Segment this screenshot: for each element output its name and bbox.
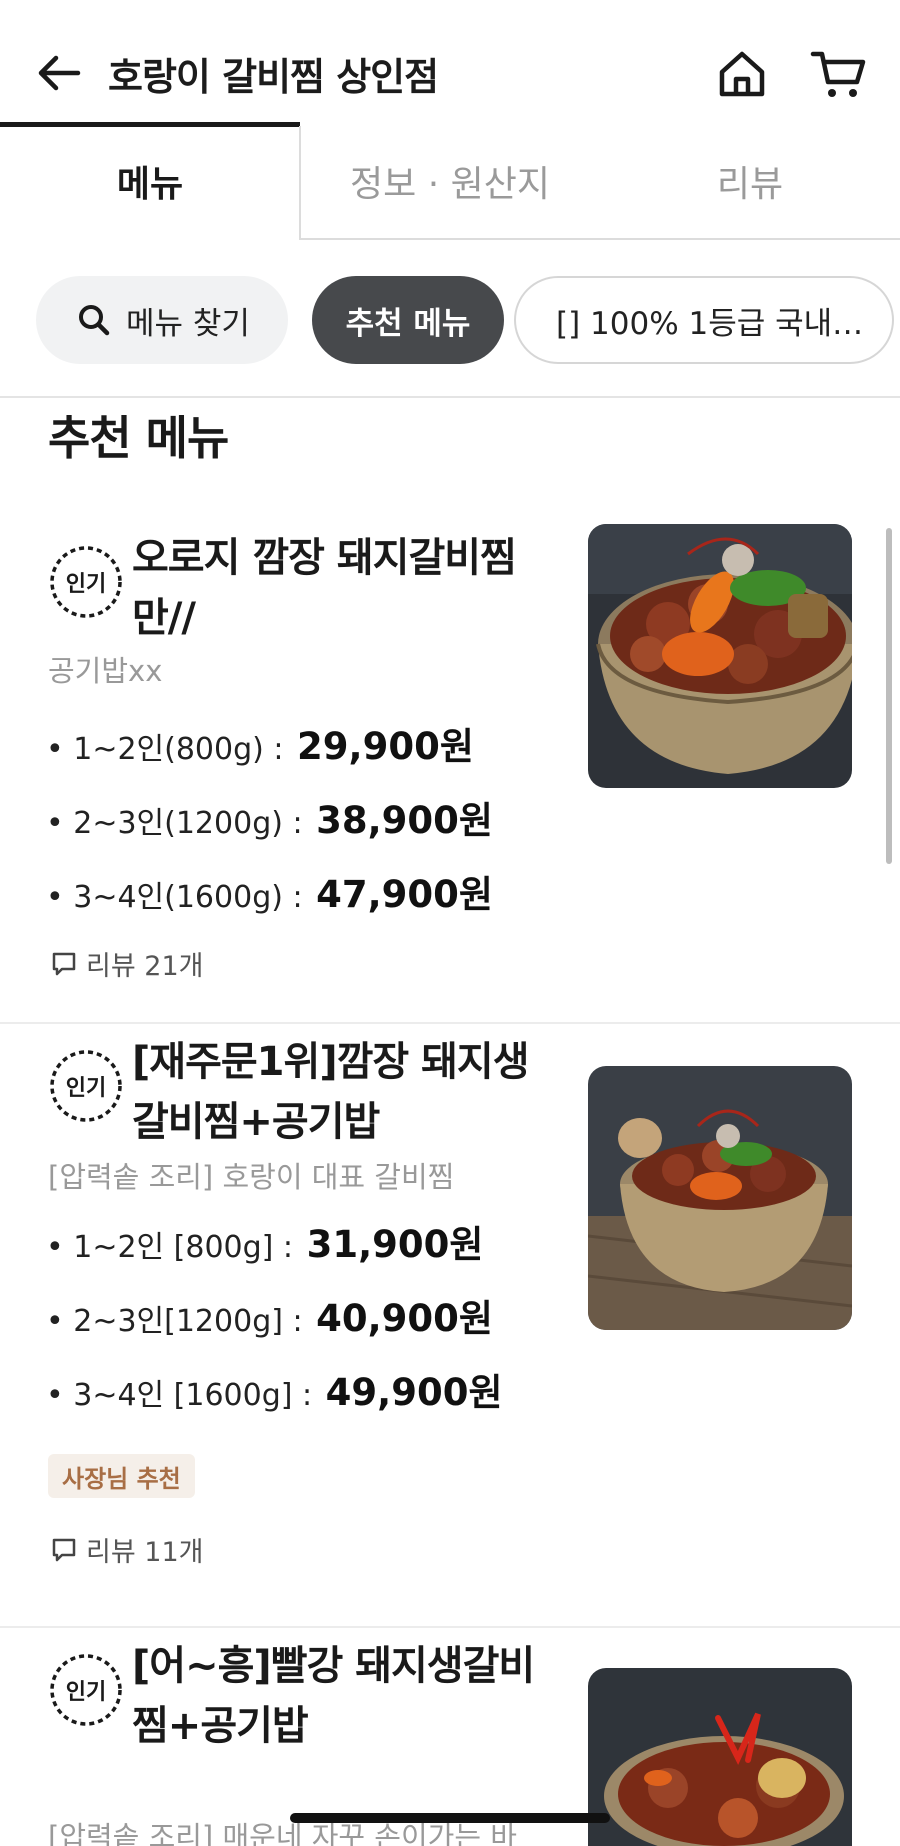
menu-search-label: 메뉴 찾기	[126, 305, 250, 342]
price-option-label: • 2~3인(1200g) :	[46, 806, 303, 841]
review-count: 리뷰 11개	[50, 1530, 203, 1569]
price-value: 47,900원	[316, 873, 493, 916]
review-count-label: 리뷰 21개	[86, 951, 204, 982]
recommend-menu-chip[interactable]: 추천 메뉴	[312, 276, 504, 364]
page-title: 호랑이 갈비찜 상인점	[108, 55, 439, 99]
category-chips: 메뉴 찾기 추천 메뉴 [] 100% 1등급 국내…	[0, 276, 900, 364]
tab-review[interactable]: 리뷰	[600, 122, 900, 240]
origin-category-label: [] 100% 1등급 국내…	[556, 305, 864, 342]
store-menu-page: 호랑이 갈비찜 상인점 메뉴 정보 · 원산지 리뷰 메뉴 찾기 추천 메뉴 […	[0, 0, 900, 1846]
speech-bubble-icon	[52, 952, 76, 975]
menu-item-photo[interactable]	[588, 524, 852, 788]
cart-icon	[810, 51, 866, 97]
back-button[interactable]	[34, 48, 84, 98]
scrollbar[interactable]	[886, 528, 892, 864]
tab-bar: 메뉴 정보 · 원산지 리뷰	[0, 122, 900, 240]
price-option: • 2~3인(1200g) : 38,900원	[46, 790, 493, 844]
popular-badge-label: 인기	[66, 1680, 106, 1705]
menu-item-name-line: 오로지 깜장 돼지갈비찜	[132, 535, 517, 581]
tab-info-origin[interactable]: 정보 · 원산지	[300, 122, 600, 240]
galbijjim-photo-image	[588, 524, 852, 788]
menu-item-name-line: 찜+공기밥	[132, 1703, 309, 1749]
menu-item-name-line: 만//	[132, 595, 196, 641]
menu-item-name: [어~흥]빨강 돼지생갈비 찜+공기밥	[132, 1636, 542, 1756]
price-option-label: • 1~2인 [800g] :	[46, 1230, 294, 1265]
price-value: 29,900원	[297, 725, 474, 768]
spicy-galbijjim-photo-image	[588, 1668, 852, 1846]
price-option: • 2~3인[1200g] : 40,900원	[46, 1288, 493, 1342]
price-option: • 1~2인(800g) : 29,900원	[46, 716, 474, 770]
header: 호랑이 갈비찜 상인점	[0, 0, 900, 122]
tab-divider	[299, 126, 301, 240]
home-button[interactable]	[714, 46, 770, 102]
price-option: • 3~4인 [1600g] : 49,900원	[46, 1362, 503, 1416]
active-tab-indicator	[0, 122, 300, 127]
menu-item-name-line: [어~흥]빨강 돼지생갈비	[132, 1643, 535, 1689]
home-indicator[interactable]	[290, 1813, 610, 1823]
price-value: 38,900원	[316, 799, 493, 842]
menu-item-name: 오로지 깜장 돼지갈비찜 만//	[132, 528, 542, 648]
back-arrow-icon	[38, 55, 81, 91]
menu-item-description: [압력솥 조리] 호랑이 대표 갈비찜	[48, 1160, 455, 1194]
price-option-label: • 3~4인(1600g) :	[46, 880, 303, 915]
popular-badge-icon: 인기	[50, 1654, 122, 1726]
popular-badge-label: 인기	[66, 1076, 106, 1101]
galbijjim-photo-image	[588, 1066, 852, 1330]
menu-item-photo[interactable]	[588, 1668, 852, 1846]
price-option-label: • 2~3인[1200g] :	[46, 1304, 303, 1339]
price-value: 31,900원	[306, 1223, 484, 1266]
popular-badge-icon: 인기	[50, 1050, 122, 1122]
price-option-label: • 1~2인(800g) :	[46, 732, 284, 767]
section-divider	[0, 396, 900, 398]
price-value: 49,900원	[325, 1371, 503, 1414]
section-title: 추천 메뉴	[48, 411, 229, 465]
search-icon	[79, 305, 110, 336]
popular-badge-label: 인기	[66, 572, 106, 597]
popular-badge-icon: 인기	[50, 546, 122, 618]
menu-item-description: 공기밥xx	[48, 654, 163, 688]
menu-search-chip[interactable]: 메뉴 찾기	[36, 276, 288, 364]
price-value: 40,900원	[316, 1297, 493, 1340]
tab-menu[interactable]: 메뉴	[0, 122, 300, 240]
cart-button[interactable]	[810, 46, 868, 102]
menu-item[interactable]: 인기 [재주문1위]깜장 돼지생 갈비찜+공기밥 [압력솥 조리] 호랑이 대표…	[0, 1024, 900, 1628]
origin-category-chip[interactable]: [] 100% 1등급 국내…	[514, 276, 894, 364]
review-count-label: 리뷰 11개	[86, 1537, 204, 1568]
speech-bubble-icon	[52, 1538, 76, 1561]
menu-item-photo[interactable]	[588, 1066, 852, 1330]
review-count: 리뷰 21개	[50, 944, 203, 983]
tab-divider	[300, 238, 900, 240]
price-option: • 1~2인 [800g] : 31,900원	[46, 1214, 483, 1268]
price-option-label: • 3~4인 [1600g] :	[46, 1378, 313, 1413]
menu-item[interactable]: 인기 오로지 깜장 돼지갈비찜 만// 공기밥xx • 1~2인(800g) :…	[0, 520, 900, 1024]
home-icon	[719, 51, 765, 97]
price-option: • 3~4인(1600g) : 47,900원	[46, 864, 493, 918]
menu-item-name: [재주문1위]깜장 돼지생 갈비찜+공기밥	[132, 1032, 542, 1152]
menu-item-name-line: [재주문1위]깜장 돼지생	[132, 1039, 530, 1085]
owner-recommend-tag: 사장님 추천	[48, 1454, 195, 1498]
menu-item-name-line: 갈비찜+공기밥	[132, 1099, 380, 1145]
